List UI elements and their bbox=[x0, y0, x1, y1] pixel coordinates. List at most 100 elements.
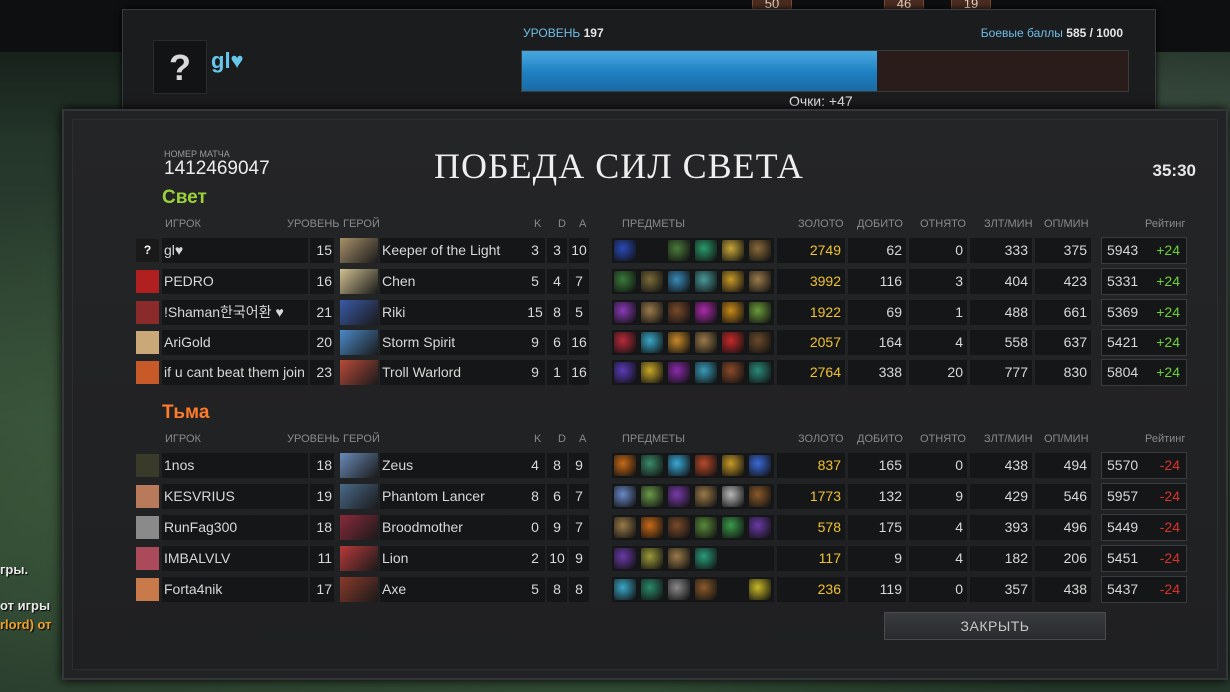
item-icon[interactable] bbox=[668, 486, 690, 507]
player-avatar[interactable] bbox=[136, 331, 159, 354]
item-icon[interactable] bbox=[749, 332, 771, 353]
item-icon[interactable] bbox=[722, 240, 744, 261]
item-icon[interactable] bbox=[614, 271, 636, 292]
item-icon[interactable] bbox=[695, 302, 717, 323]
item-icon[interactable] bbox=[641, 517, 663, 538]
hero-portrait[interactable] bbox=[340, 269, 378, 294]
player-avatar[interactable] bbox=[136, 516, 159, 539]
item-icon[interactable] bbox=[722, 517, 744, 538]
player-row[interactable]: 1nos 18 Zeus 4 8 9 837 165 0 438 494 5570 -24 bbox=[136, 452, 1188, 479]
item-icon[interactable] bbox=[668, 579, 690, 600]
item-icon[interactable] bbox=[749, 517, 771, 538]
item-icon[interactable] bbox=[614, 455, 636, 476]
player-name[interactable]: Forta4nik bbox=[162, 577, 308, 602]
item-icon[interactable] bbox=[749, 455, 771, 476]
item-icon[interactable] bbox=[722, 548, 744, 569]
item-icon[interactable] bbox=[641, 486, 663, 507]
hero-name[interactable]: Chen bbox=[380, 269, 528, 294]
hero-portrait[interactable] bbox=[340, 577, 378, 602]
player-avatar[interactable] bbox=[136, 578, 159, 601]
player-name[interactable]: AriGold bbox=[162, 330, 308, 355]
item-icon[interactable] bbox=[722, 302, 744, 323]
hero-portrait[interactable] bbox=[340, 330, 378, 355]
item-icon[interactable] bbox=[749, 240, 771, 261]
player-name[interactable]: !Shaman한국어환 ♥ bbox=[162, 300, 308, 325]
item-icon[interactable] bbox=[668, 240, 690, 261]
item-icon[interactable] bbox=[641, 362, 663, 383]
item-icon[interactable] bbox=[749, 302, 771, 323]
hero-name[interactable]: Storm Spirit bbox=[380, 330, 528, 355]
player-name[interactable]: gl♥ bbox=[162, 238, 308, 263]
item-icon[interactable] bbox=[722, 579, 744, 600]
item-icon[interactable] bbox=[695, 271, 717, 292]
player-name[interactable]: PEDRO bbox=[162, 269, 308, 294]
item-icon[interactable] bbox=[614, 240, 636, 261]
hero-name[interactable]: Keeper of the Light bbox=[380, 238, 528, 263]
item-icon[interactable] bbox=[668, 455, 690, 476]
player-row[interactable]: PEDRO 16 Chen 5 4 7 3992 116 3 404 423 5331 +24 bbox=[136, 268, 1188, 295]
player-avatar[interactable] bbox=[136, 454, 159, 477]
player-row[interactable]: RunFag300 18 Broodmother 0 9 7 578 175 4 393 496 54… bbox=[136, 514, 1188, 541]
item-icon[interactable] bbox=[614, 332, 636, 353]
hero-portrait[interactable] bbox=[340, 515, 378, 540]
item-icon[interactable] bbox=[614, 302, 636, 323]
hero-portrait[interactable] bbox=[340, 453, 378, 478]
hero-name[interactable]: Troll Warlord bbox=[380, 360, 528, 385]
item-icon[interactable] bbox=[722, 486, 744, 507]
profile-avatar[interactable]: ? bbox=[153, 40, 207, 94]
item-icon[interactable] bbox=[668, 548, 690, 569]
item-icon[interactable] bbox=[641, 271, 663, 292]
player-row[interactable]: ? gl♥ 15 Keeper of the Light 3 3 10 2749 62 0 333 3… bbox=[136, 237, 1188, 264]
player-avatar[interactable] bbox=[136, 270, 159, 293]
hero-portrait[interactable] bbox=[340, 546, 378, 571]
hero-name[interactable]: Riki bbox=[380, 300, 528, 325]
item-icon[interactable] bbox=[749, 486, 771, 507]
item-icon[interactable] bbox=[641, 455, 663, 476]
player-row[interactable]: AriGold 20 Storm Spirit 9 6 16 2057 164 4 558 637 5… bbox=[136, 329, 1188, 356]
hero-portrait[interactable] bbox=[340, 360, 378, 385]
item-icon[interactable] bbox=[695, 548, 717, 569]
item-icon[interactable] bbox=[614, 579, 636, 600]
item-icon[interactable] bbox=[722, 332, 744, 353]
player-name[interactable]: RunFag300 bbox=[162, 515, 308, 540]
item-icon[interactable] bbox=[641, 332, 663, 353]
hero-portrait[interactable] bbox=[340, 484, 378, 509]
item-icon[interactable] bbox=[668, 362, 690, 383]
player-avatar[interactable] bbox=[136, 547, 159, 570]
player-avatar[interactable] bbox=[136, 301, 159, 324]
hero-name[interactable]: Phantom Lancer bbox=[380, 484, 528, 509]
item-icon[interactable] bbox=[641, 579, 663, 600]
player-row[interactable]: if u cant beat them join 23 Troll Warlord 9… bbox=[136, 359, 1188, 386]
item-icon[interactable] bbox=[695, 332, 717, 353]
item-icon[interactable] bbox=[695, 240, 717, 261]
player-avatar[interactable] bbox=[136, 485, 159, 508]
item-icon[interactable] bbox=[614, 548, 636, 569]
item-icon[interactable] bbox=[722, 271, 744, 292]
item-icon[interactable] bbox=[641, 548, 663, 569]
player-avatar[interactable] bbox=[136, 361, 159, 384]
player-row[interactable]: KESVRIUS 19 Phantom Lancer 8 6 7 1773 132 9 429 54… bbox=[136, 483, 1188, 510]
hero-name[interactable]: Lion bbox=[380, 546, 528, 571]
item-icon[interactable] bbox=[722, 362, 744, 383]
hero-name[interactable]: Axe bbox=[380, 577, 528, 602]
item-icon[interactable] bbox=[668, 517, 690, 538]
hero-portrait[interactable] bbox=[340, 300, 378, 325]
player-name[interactable]: if u cant beat them join bbox=[162, 360, 308, 385]
item-icon[interactable] bbox=[641, 240, 663, 261]
item-icon[interactable] bbox=[749, 271, 771, 292]
item-icon[interactable] bbox=[668, 271, 690, 292]
item-icon[interactable] bbox=[749, 548, 771, 569]
item-icon[interactable] bbox=[614, 486, 636, 507]
item-icon[interactable] bbox=[695, 455, 717, 476]
item-icon[interactable] bbox=[722, 455, 744, 476]
item-icon[interactable] bbox=[695, 579, 717, 600]
hero-portrait[interactable] bbox=[340, 238, 378, 263]
item-icon[interactable] bbox=[695, 486, 717, 507]
item-icon[interactable] bbox=[749, 362, 771, 383]
item-icon[interactable] bbox=[668, 302, 690, 323]
player-avatar[interactable]: ? bbox=[136, 239, 159, 262]
item-icon[interactable] bbox=[614, 517, 636, 538]
player-row[interactable]: IMBALVLV 11 Lion 2 10 9 117 9 4 182 206 5451 -24 bbox=[136, 545, 1188, 572]
player-name[interactable]: IMBALVLV bbox=[162, 546, 308, 571]
player-name[interactable]: KESVRIUS bbox=[162, 484, 308, 509]
